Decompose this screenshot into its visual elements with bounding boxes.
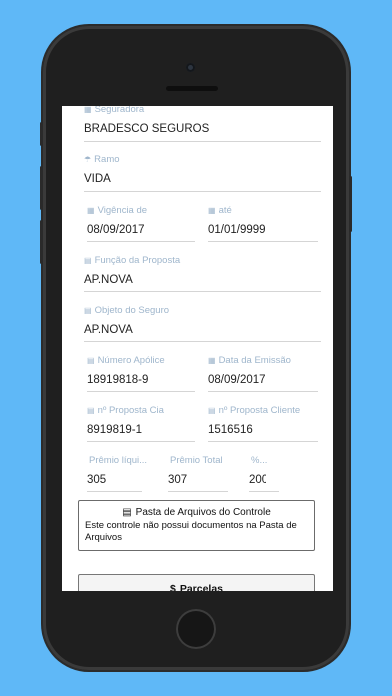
- earpiece-speaker: [166, 86, 218, 91]
- seguradora-field[interactable]: BRADESCO SEGUROS: [84, 123, 209, 135]
- numero-apolice-field[interactable]: 18919818-9: [87, 374, 148, 386]
- percent-field[interactable]: 200: [249, 474, 266, 486]
- calendar-icon: ▦: [208, 206, 216, 215]
- premio-total-label: Prêmio Total: [170, 455, 223, 466]
- calendar-icon: ▦: [87, 206, 95, 215]
- parcelas-button[interactable]: $ Parcelas: [78, 574, 315, 591]
- proposta-cia-label: ▤ nº Proposta Cia: [87, 405, 164, 416]
- vigencia-de-field[interactable]: 08/09/2017: [87, 224, 145, 236]
- proposta-cliente-underline: [208, 441, 318, 442]
- power-button: [349, 176, 352, 232]
- volume-up-button: [40, 166, 43, 210]
- vigencia-de-underline: [87, 241, 195, 242]
- data-emissao-underline: [208, 391, 318, 392]
- app-screen: ▦ Seguradora BRADESCO SEGUROS ☂ Ramo VIDA …: [62, 106, 333, 591]
- proposta-cliente-field[interactable]: 1516516: [208, 424, 253, 436]
- vigencia-ate-label: ▦ até: [208, 205, 232, 216]
- data-emissao-field[interactable]: 08/09/2017: [208, 374, 266, 386]
- document-icon: ▤: [84, 256, 92, 265]
- numero-apolice-underline: [87, 391, 195, 392]
- home-button[interactable]: [176, 609, 216, 649]
- archive-folder-message: Este controle não possui documentos na P…: [85, 520, 297, 543]
- front-camera: [186, 63, 195, 72]
- seguradora-underline: [84, 141, 321, 142]
- parcelas-button-label: Parcelas: [179, 583, 224, 591]
- document-icon: ▤: [122, 507, 132, 518]
- funcao-proposta-underline: [84, 291, 321, 292]
- vigencia-de-label: ▦ Vigência de: [87, 205, 148, 216]
- document-icon: ▤: [87, 356, 95, 365]
- document-icon: ▤: [208, 406, 216, 415]
- premio-liquido-underline: [87, 491, 142, 492]
- building-icon: ▦: [84, 106, 92, 114]
- vigencia-ate-underline: [208, 241, 318, 242]
- vigencia-ate-field[interactable]: 01/01/9999: [208, 224, 266, 236]
- premio-liquido-label: Prêmio líqui...: [89, 455, 148, 466]
- numero-apolice-label: ▤ Número Apólice: [87, 355, 165, 366]
- mute-switch: [40, 122, 43, 146]
- funcao-proposta-label: ▤ Função da Proposta: [84, 255, 181, 266]
- archive-folder-title: ▤ Pasta de Arquivos do Controle: [122, 507, 271, 518]
- objeto-seguro-underline: [84, 341, 321, 342]
- archive-folder-box: ▤ Pasta de Arquivos do Controle Este cont…: [78, 500, 315, 551]
- objeto-seguro-label: ▤ Objeto do Seguro: [84, 305, 170, 316]
- data-emissao-label: ▦ Data da Emissão: [208, 355, 291, 366]
- objeto-seguro-field[interactable]: AP.NOVA: [84, 324, 133, 336]
- premio-total-underline: [168, 491, 228, 492]
- document-icon: ▤: [84, 306, 92, 315]
- ramo-underline: [84, 191, 321, 192]
- premio-total-field[interactable]: 307: [168, 474, 187, 486]
- premio-liquido-field[interactable]: 305: [87, 474, 106, 486]
- proposta-cliente-label: ▤ nº Proposta Cliente: [208, 405, 301, 416]
- percent-underline: [249, 491, 279, 492]
- proposta-cia-underline: [87, 441, 195, 442]
- volume-down-button: [40, 220, 43, 264]
- umbrella-icon: ☂: [84, 155, 92, 164]
- ramo-field[interactable]: VIDA: [84, 173, 111, 185]
- document-icon: ▤: [87, 406, 95, 415]
- calendar-icon: ▦: [208, 356, 216, 365]
- ramo-label: ☂ Ramo: [84, 154, 120, 165]
- dollar-icon: $: [169, 583, 176, 591]
- funcao-proposta-field[interactable]: AP.NOVA: [84, 274, 133, 286]
- seguradora-label: ▦ Seguradora: [84, 106, 145, 115]
- percent-label: %...: [251, 455, 268, 466]
- proposta-cia-field[interactable]: 8919819-1: [87, 424, 142, 436]
